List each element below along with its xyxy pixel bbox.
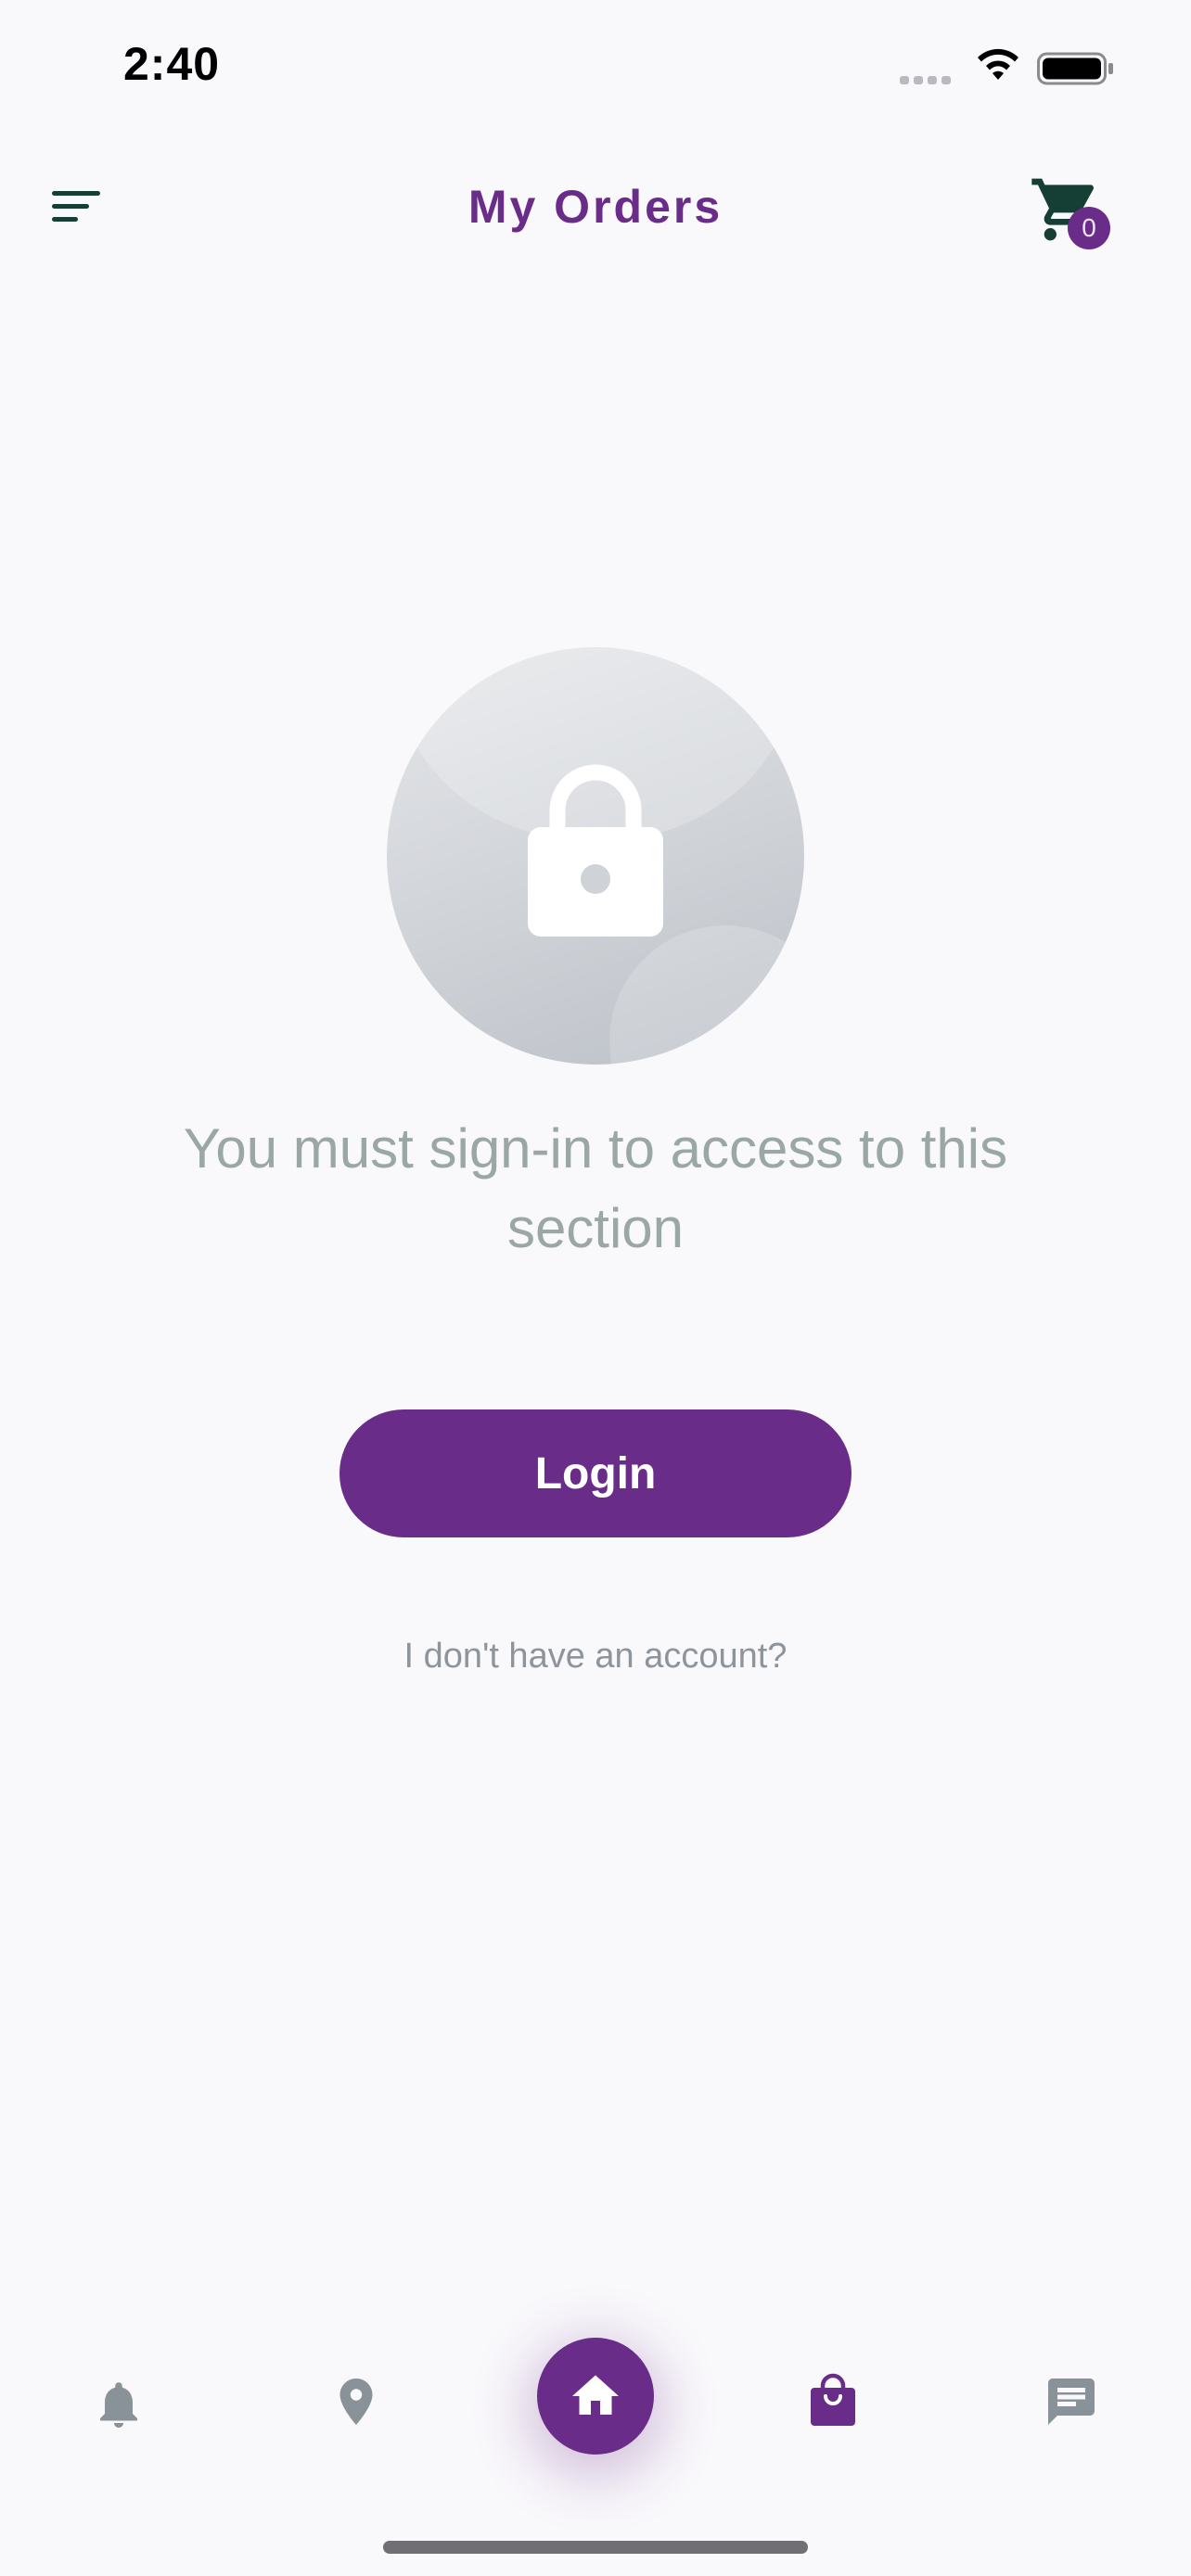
bell-icon: [100, 2382, 137, 2428]
nav-home[interactable]: [537, 2338, 654, 2455]
wifi-icon: [978, 48, 1018, 80]
shopping-bag-icon: [811, 2373, 855, 2426]
app-header: My Orders 0: [0, 139, 1191, 278]
nav-messages[interactable]: [1025, 2355, 1118, 2448]
status-time: 2:40: [123, 38, 221, 90]
login-button[interactable]: Login: [339, 1409, 852, 1537]
lock-illustration: [387, 647, 804, 1065]
lock-icon: [528, 764, 663, 937]
signin-required-message: You must sign-in to access to this secti…: [183, 1117, 1008, 1259]
cellular-signal-icon: [900, 76, 951, 84]
chat-icon: [1048, 2378, 1095, 2425]
home-indicator: [383, 2541, 808, 2554]
location-pin-icon: [339, 2378, 373, 2425]
status-bar: 2:40: [0, 0, 1191, 139]
no-account-link[interactable]: I don't have an account?: [0, 1637, 1191, 1677]
page-title: My Orders: [467, 181, 724, 233]
cart-count-badge: 0: [1068, 207, 1110, 249]
nav-orders[interactable]: [787, 2353, 879, 2446]
bottom-nav: [0, 2272, 1191, 2531]
nav-locations[interactable]: [310, 2355, 403, 2448]
nav-notifications[interactable]: [72, 2358, 165, 2451]
cart-button[interactable]: 0: [1025, 167, 1118, 250]
battery-icon: [1037, 52, 1113, 85]
home-icon: [572, 2375, 619, 2415]
